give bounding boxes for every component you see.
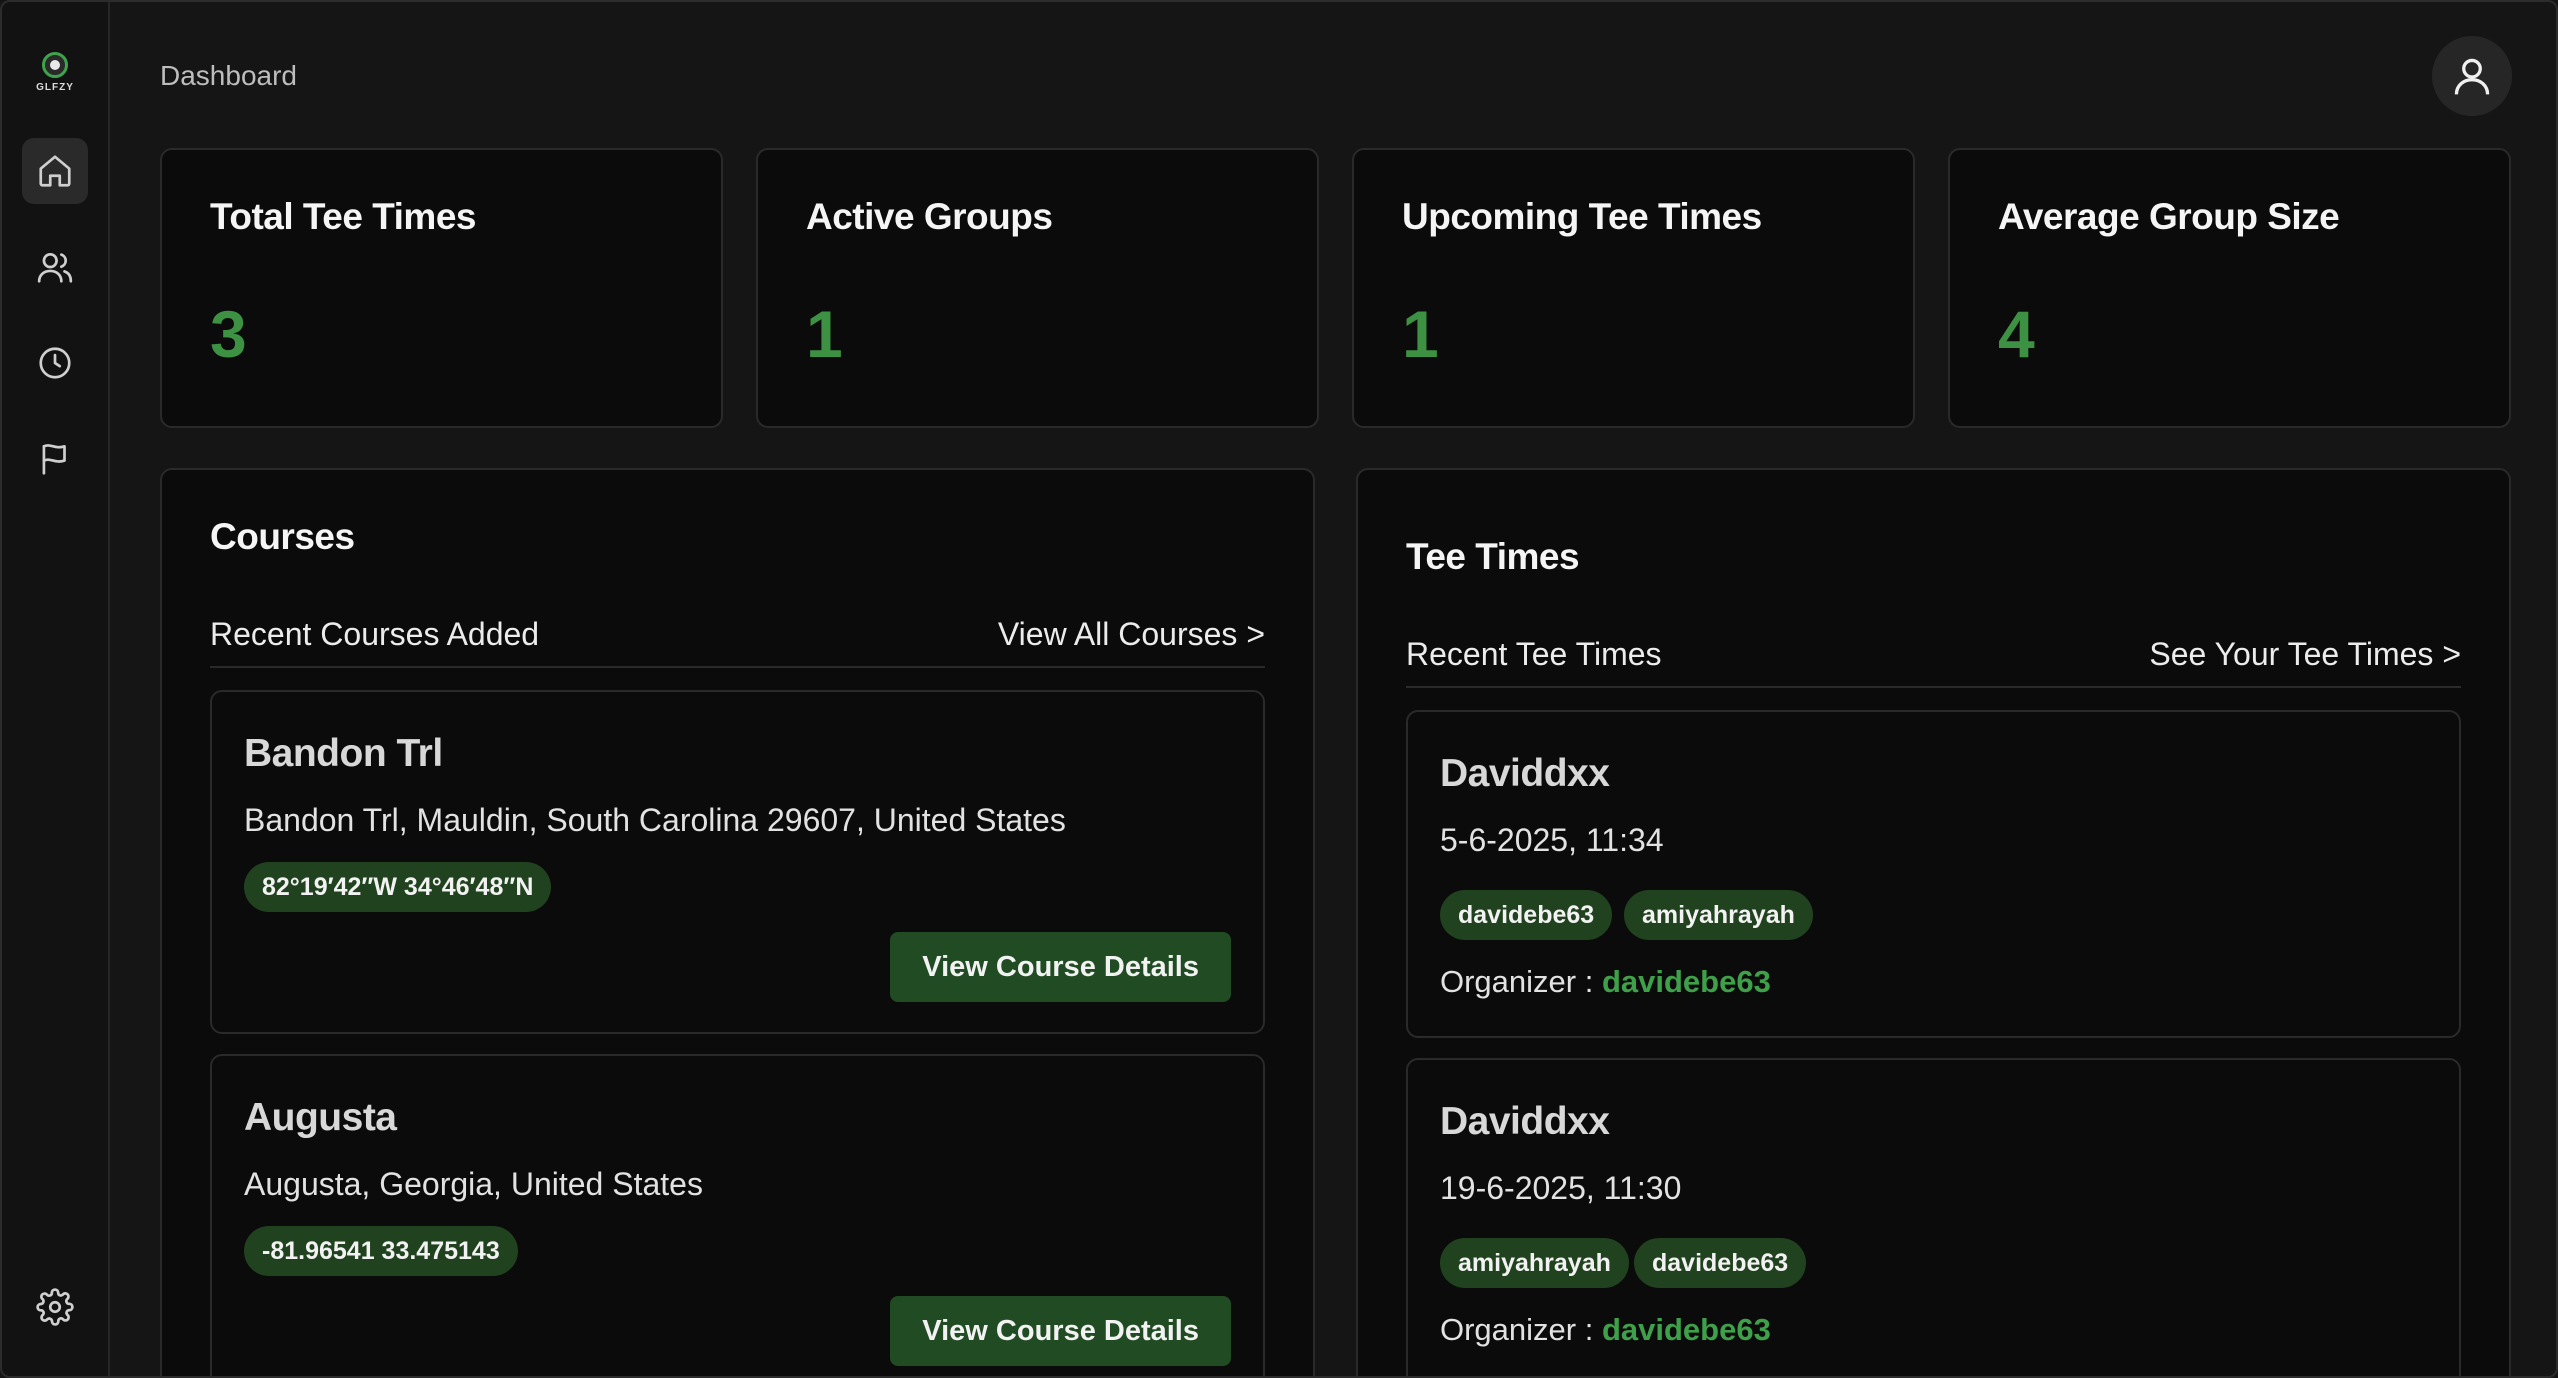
home-icon — [39, 155, 71, 187]
tee-times-title: Tee Times — [1406, 536, 1580, 577]
course-card: Augusta Augusta, Georgia, United States … — [210, 1054, 1265, 1376]
tee-times-subtitle: Recent Tee Times — [1406, 636, 1662, 672]
tee-time-name: Daviddxx — [1440, 752, 1610, 795]
user-icon — [2454, 58, 2490, 95]
logo-text: GLFZY — [36, 82, 74, 93]
course-name: Bandon Trl — [244, 732, 443, 775]
stat-title: Upcoming Tee Times — [1402, 196, 1762, 237]
tee-time-datetime: 19-6-2025, 11:30 — [1440, 1170, 1682, 1206]
tee-time-datetime: 5-6-2025, 11:34 — [1440, 822, 1664, 858]
course-address: Augusta, Georgia, United States — [244, 1166, 703, 1202]
stat-card-average-group-size: Average Group Size 4 — [1948, 148, 2511, 428]
logo-icon — [42, 52, 68, 78]
tee-times-panel: Tee Times Recent Tee Times See Your Tee … — [1356, 468, 2511, 1376]
stat-value: 1 — [1402, 297, 1439, 371]
tee-time-card[interactable]: Daviddxx 19-6-2025, 11:30 amiyahrayah da… — [1406, 1058, 2461, 1376]
sidebar-item-groups[interactable] — [22, 234, 88, 300]
courses-panel: Courses Recent Courses Added View All Co… — [160, 468, 1315, 1376]
course-name: Augusta — [244, 1096, 397, 1139]
stat-value: 3 — [210, 297, 247, 371]
organizer-label: Organizer : — [1440, 964, 1594, 999]
user-avatar-button[interactable] — [2432, 36, 2512, 116]
sidebar-item-dashboard[interactable] — [22, 138, 88, 204]
organizer-line: Organizer : davidebe63 — [1440, 964, 1771, 1000]
sidebar-item-settings[interactable] — [22, 1274, 88, 1340]
player-badge: amiyahrayah — [1440, 1238, 1629, 1288]
sidebar-item-courses[interactable] — [22, 426, 88, 492]
player-badge: davidebe63 — [1634, 1238, 1807, 1288]
stat-card-upcoming-tee-times: Upcoming Tee Times 1 — [1352, 148, 1915, 428]
stat-card-total-tee-times: Total Tee Times 3 — [160, 148, 723, 428]
stat-value: 4 — [1998, 297, 2035, 371]
organizer-line: Organizer : davidebe63 — [1440, 1312, 1771, 1348]
organizer-name[interactable]: davidebe63 — [1602, 1312, 1771, 1347]
stat-value: 1 — [806, 297, 843, 371]
player-badge: amiyahrayah — [1624, 890, 1813, 940]
divider — [1406, 686, 2461, 688]
see-your-tee-times-link[interactable]: See Your Tee Times > — [2149, 636, 2461, 673]
sidebar-item-tee-times[interactable] — [22, 330, 88, 396]
stat-title: Active Groups — [806, 196, 1053, 237]
stat-card-active-groups: Active Groups 1 — [756, 148, 1319, 428]
course-address: Bandon Trl, Mauldin, South Carolina 2960… — [244, 802, 1066, 838]
view-course-details-button[interactable]: View Course Details — [890, 1296, 1231, 1366]
users-icon — [37, 252, 73, 283]
app-logo[interactable]: GLFZY — [32, 52, 78, 93]
sidebar: GLFZY — [2, 2, 110, 1376]
flag-icon — [42, 444, 66, 475]
view-all-courses-link[interactable]: View All Courses > — [998, 616, 1265, 653]
courses-title: Courses — [210, 516, 355, 557]
view-course-details-button[interactable]: View Course Details — [890, 932, 1231, 1002]
gear-icon — [36, 1288, 74, 1326]
course-coords-badge: -81.96541 33.475143 — [244, 1226, 518, 1276]
app-window: GLFZY Dashboard Total Tee Times 3 Active… — [0, 0, 2558, 1378]
tee-time-name: Daviddxx — [1440, 1100, 1610, 1143]
courses-subtitle: Recent Courses Added — [210, 616, 540, 652]
stat-title: Average Group Size — [1998, 196, 2340, 237]
player-badge: davidebe63 — [1440, 890, 1613, 940]
clock-icon — [39, 347, 71, 379]
divider — [210, 666, 1265, 668]
organizer-label: Organizer : — [1440, 1312, 1594, 1347]
stat-title: Total Tee Times — [210, 196, 476, 237]
course-card: Bandon Trl Bandon Trl, Mauldin, South Ca… — [210, 690, 1265, 1034]
organizer-name[interactable]: davidebe63 — [1602, 964, 1771, 999]
course-coords-badge: 82°19′42″W 34°46′48″N — [244, 862, 552, 912]
page-title: Dashboard — [160, 60, 297, 91]
tee-time-card[interactable]: Daviddxx 5-6-2025, 11:34 davidebe63 amiy… — [1406, 710, 2461, 1038]
